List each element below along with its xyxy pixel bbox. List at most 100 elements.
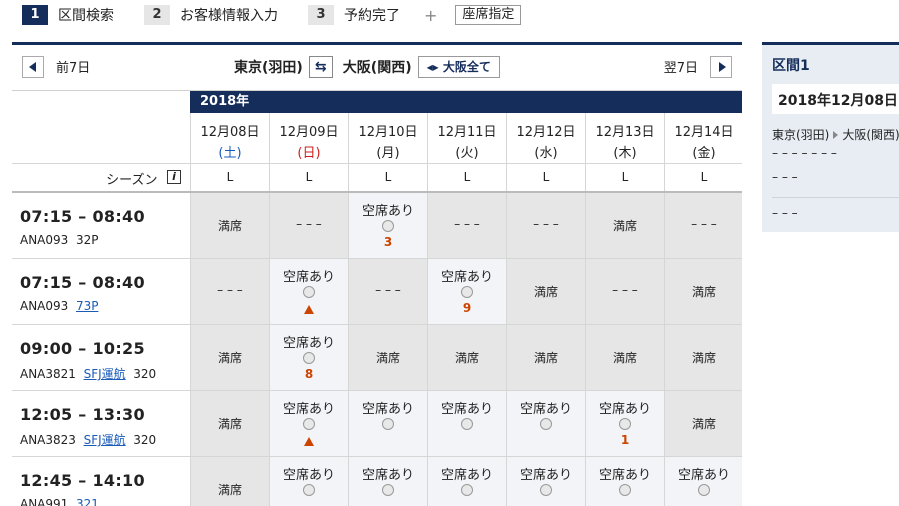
date-header-0: 12月08日 (土) [190,113,269,163]
flight-info: 12:45 – 14:10 ANA991 321 [12,457,190,506]
radio-select-icon[interactable] [303,484,315,496]
aircraft-type[interactable]: 321 [76,497,99,506]
operator-link[interactable]: SFJ運航 [84,367,126,381]
radio-select-icon[interactable] [382,484,394,496]
availability-cell-none: – – – [190,259,269,324]
full-text: 満席 [217,417,242,431]
radio-select-icon[interactable] [382,418,394,430]
radio-select-icon[interactable] [698,484,710,496]
radio-select-icon[interactable] [461,484,473,496]
season-cell-3: L [427,164,506,191]
availability-cell-open[interactable]: 空席あり 1 [585,391,664,456]
availability-cell-full: 満席 [664,325,742,390]
availability-cell-open[interactable]: 空席あり [348,457,427,506]
season-cell-1: L [269,164,348,191]
availability-cell-open[interactable]: 空席あり 3 [348,193,427,258]
availability-cell-full: 満席 [506,325,585,390]
radio-select-icon[interactable] [303,286,315,298]
plus-icon: + [424,5,438,25]
weekday-label: (日) [297,146,321,161]
flight-details: ANA3823 SFJ運航 320 [20,431,156,448]
date-navigation: 前7日 東京(羽田) ⇆ 大阪(関西) ◂▸ 大阪全て 翌7日 [12,45,742,90]
availability-cell-full: 満席 [190,325,269,390]
weekday-label: (金) [692,146,716,161]
weekday-label: (土) [218,146,242,161]
step-2-label: お客様情報入力 [180,8,278,24]
chevron-right-icon [719,62,726,72]
availability-cell-open[interactable]: 空席あり [506,457,585,506]
availability-text: 空席あり [440,402,493,417]
date-header-6: 12月14日 (金) [664,113,742,163]
availability-cell-none: – – – [506,193,585,258]
availability-cell-full: 満席 [348,325,427,390]
swap-route-button[interactable]: ⇆ [308,56,333,78]
date-label: 12月11日 [437,125,497,140]
radio-select-icon[interactable] [382,220,394,232]
radio-select-icon[interactable] [619,418,631,430]
availability-cell-open[interactable]: 空席あり [348,391,427,456]
flight-row: 12:05 – 13:30 ANA3823 SFJ運航 320 満席 空席あり 空席あり… [12,391,742,457]
radio-select-icon[interactable] [540,418,552,430]
aircraft-type: 32P [75,233,99,247]
radio-select-icon[interactable] [461,418,473,430]
flight-number: ANA093 [20,299,69,313]
radio-select-icon[interactable] [303,352,315,364]
aircraft-type[interactable]: 73P [76,299,99,313]
seat-select-step: 座席指定 [455,5,522,25]
segment-date: 2018年12月08日 [778,93,898,109]
flight-row: 07:15 – 08:40 ANA093 73P – – – 空席あり – – – 空席あ… [12,259,742,325]
availability-cell-full: 満席 [664,391,742,456]
availability-cell-open[interactable]: 空席あり [427,391,506,456]
availability-cell-open[interactable]: 空席あり [269,259,348,324]
seats-remaining: 8 [304,367,314,381]
availability-cell-none: – – – [269,193,348,258]
date-header-2: 12月10日 (月) [348,113,427,163]
flight-info: 09:00 – 10:25 ANA3821 SFJ運航 320 [12,325,190,391]
next-week-label[interactable]: 翌7日 [664,57,698,76]
step-3-label: 予約完了 [344,8,400,24]
flight-row: 09:00 – 10:25 ANA3821 SFJ運航 320 満席 空席あり 8 満席 満… [12,325,742,391]
availability-cell-open[interactable]: 空席あり [506,391,585,456]
availability-text: 空席あり [440,270,493,285]
prev-week-label[interactable]: 前7日 [56,57,90,76]
segment-flight: – – – [772,170,798,184]
no-flight-text: – – – [454,217,480,231]
destination-all-button[interactable]: ◂▸ 大阪全て [417,56,500,78]
few-seats-triangle-icon [304,437,314,446]
date-header-3: 12月11日 (火) [427,113,506,163]
full-text: 満席 [454,351,479,365]
availability-cell-open[interactable]: 空席あり [269,391,348,456]
availability-cell-open[interactable]: 空席あり [585,457,664,506]
availability-cell-open[interactable]: 空席あり [269,457,348,506]
full-text: 満席 [533,351,558,365]
radio-select-icon[interactable] [619,484,631,496]
flight-time: 07:15 – 08:40 [20,207,145,226]
full-text: 満席 [217,483,242,497]
availability-cell-open[interactable]: 空席あり [664,457,742,506]
radio-select-icon[interactable] [540,484,552,496]
operator-link[interactable]: SFJ運航 [84,433,126,447]
availability-cell-open[interactable]: 空席あり [427,457,506,506]
availability-cell-open[interactable]: 空席あり 8 [269,325,348,390]
availability-text: 空席あり [361,468,414,483]
full-text: 満席 [691,351,716,365]
prev-week-button[interactable] [22,56,44,78]
route-selector: 東京(羽田) ⇆ 大阪(関西) ◂▸ 大阪全て [234,56,500,78]
season-cell-4: L [506,164,585,191]
availability-cell-full: 満席 [585,193,664,258]
aircraft-type: 320 [133,367,157,381]
full-text: 満席 [612,219,637,233]
next-week-button[interactable] [710,56,732,78]
radio-select-icon[interactable] [303,418,315,430]
weekday-label: (火) [455,146,479,161]
no-flight-text: – – – [612,283,638,297]
radio-select-icon[interactable] [461,286,473,298]
aircraft-type: 320 [133,433,157,447]
segment-route: 東京(羽田) 大阪(関西) [772,126,899,143]
date-header-1: 12月09日 (日) [269,113,348,163]
availability-cell-open[interactable]: 空席あり 9 [427,259,506,324]
flight-details: ANA991 321 [20,497,99,506]
info-icon[interactable]: i [167,170,181,184]
full-text: 満席 [612,351,637,365]
availability-text: 空席あり [282,468,335,483]
